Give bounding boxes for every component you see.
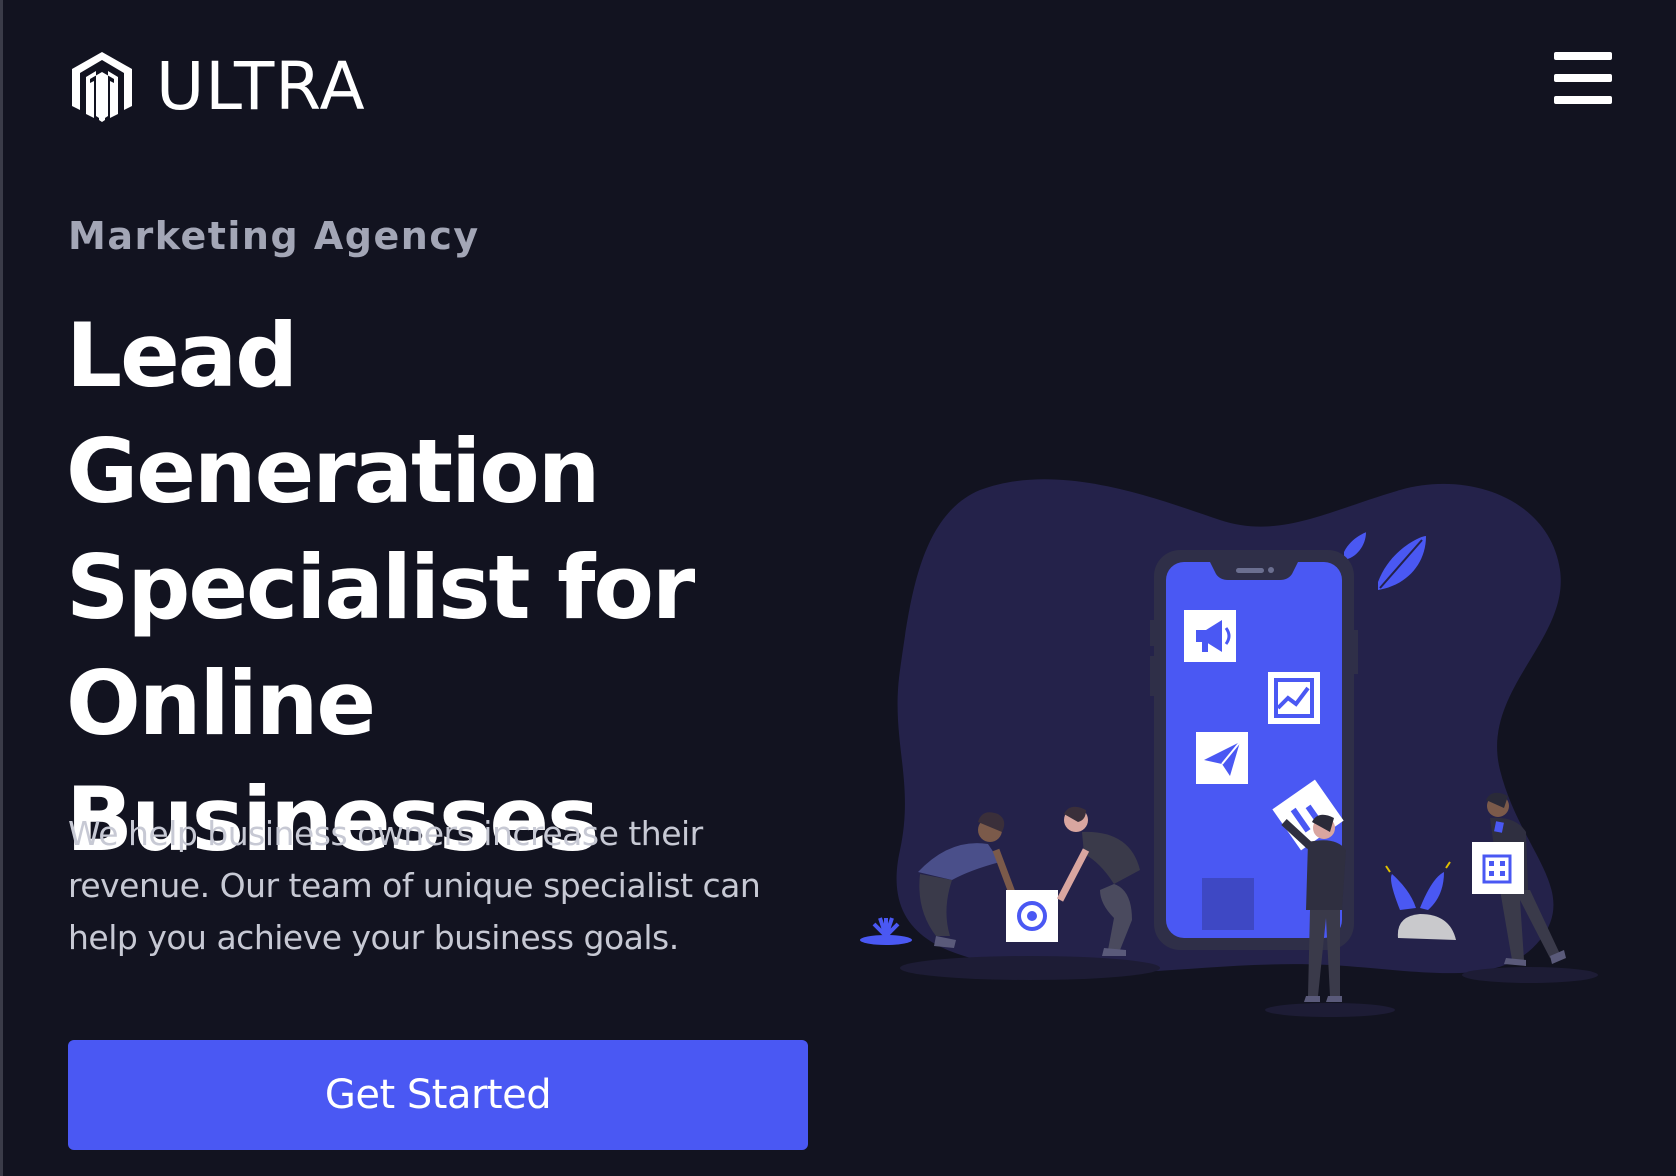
headline-line: Lead Generation <box>66 304 600 523</box>
page: ULTRA Marketing Agency Lead Generation S… <box>0 0 1676 1176</box>
hero-eyebrow: Marketing Agency <box>68 214 480 258</box>
chart-icon <box>1268 672 1320 724</box>
building-icon <box>1472 842 1524 894</box>
menu-bar <box>1554 96 1612 104</box>
ground-shadow <box>1265 1003 1395 1017</box>
ground-shadow <box>900 956 1160 980</box>
description-line: We help business owners increase their <box>68 814 703 853</box>
brand-name: ULTRA <box>156 48 366 125</box>
headline-line: Online <box>66 652 376 755</box>
window-edge <box>0 0 3 1176</box>
headline-line: Specialist for <box>66 536 695 639</box>
menu-bar <box>1554 52 1612 60</box>
menu-bar <box>1554 74 1612 82</box>
hero-illustration <box>860 479 1598 1017</box>
paper-plane-icon <box>1196 732 1248 784</box>
brand-logo-icon <box>72 52 132 122</box>
hamburger-menu-icon[interactable] <box>1554 52 1612 104</box>
at-sign-icon <box>1006 890 1058 942</box>
hero-headline: Lead Generation Specialist for Online Bu… <box>66 298 826 878</box>
description-line: help you achieve your business goals. <box>68 918 679 957</box>
brand-logo-link[interactable]: ULTRA <box>70 50 366 124</box>
description-line: revenue. Our team of unique specialist c… <box>68 866 761 905</box>
get-started-button[interactable]: Get Started <box>68 1040 808 1150</box>
ground-shadow <box>1462 967 1598 983</box>
hero-description: We help business owners increase their r… <box>68 808 788 964</box>
megaphone-icon <box>1184 610 1236 662</box>
plant-icon <box>860 917 912 945</box>
